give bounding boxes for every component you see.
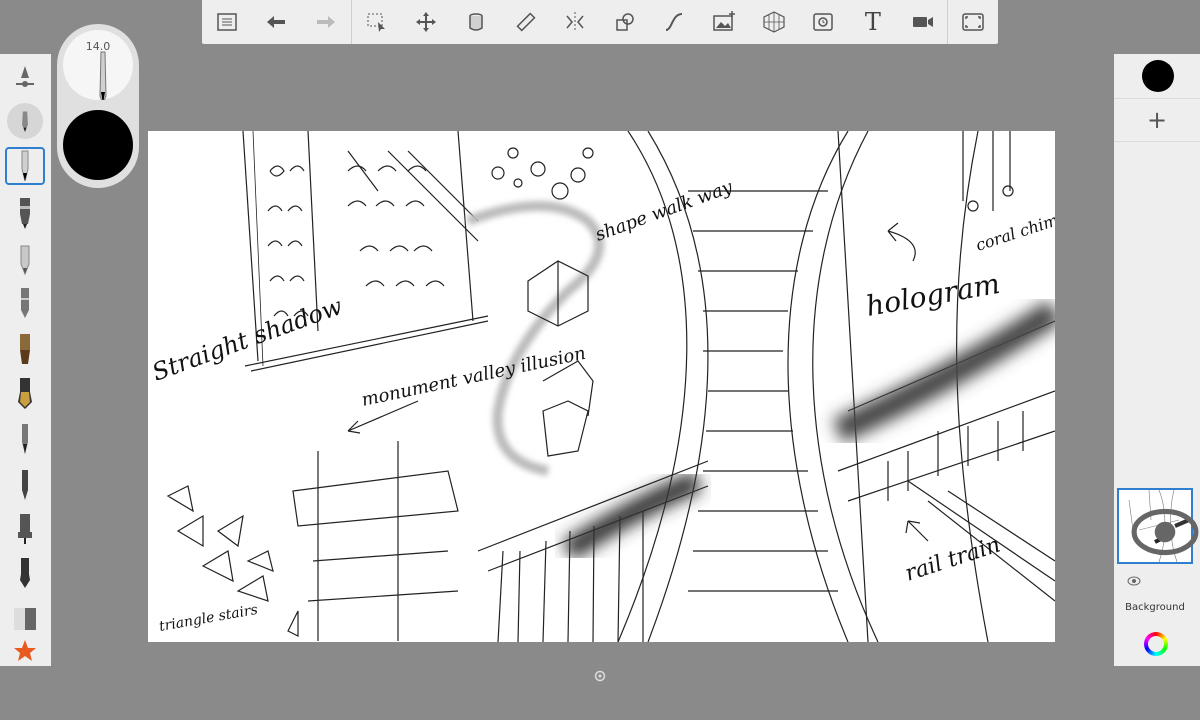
stroke-line-icon[interactable] (650, 0, 700, 44)
background-visibility-eye-icon[interactable] (1127, 576, 1141, 586)
pencil-preview-icon (99, 51, 107, 100)
perspective-grid-icon[interactable] (749, 0, 799, 44)
felt-pen-icon[interactable] (5, 284, 45, 322)
record-icon[interactable] (898, 0, 948, 44)
ruler-icon[interactable] (501, 0, 551, 44)
text-tool-icon[interactable]: T (848, 0, 898, 44)
ballpoint-pen-icon[interactable] (5, 194, 45, 232)
timelapse-icon[interactable] (799, 0, 849, 44)
annotation-monument-valley: monument valley illusion (360, 343, 588, 411)
fullscreen-icon[interactable] (948, 0, 998, 44)
layer-panel: + Background (1114, 54, 1200, 666)
technical-pen-icon[interactable] (5, 510, 45, 548)
add-layer-label: + (1146, 106, 1168, 134)
favorites-star-icon[interactable] (5, 632, 45, 670)
pencil-icon[interactable] (5, 147, 45, 185)
brush-size-control[interactable]: 14.0 (63, 30, 133, 100)
annotation-triangle-stairs: triangle stairs (158, 602, 259, 635)
fine-brush-icon[interactable] (5, 420, 45, 458)
top-toolbar: T (202, 0, 998, 44)
add-layer-button[interactable]: + (1114, 98, 1200, 142)
canvas-reset-handle-icon[interactable] (594, 670, 606, 682)
annotation-straight: Straight shadow (148, 292, 346, 387)
brush-color-opacity-control[interactable] (63, 110, 133, 180)
current-color-swatch[interactable] (1142, 60, 1174, 92)
paintbrush-icon[interactable] (5, 330, 45, 368)
drawing-canvas[interactable]: Straight shadow monument valley illusion… (148, 131, 1055, 642)
background-layer[interactable]: Background (1117, 568, 1193, 618)
symmetry-icon[interactable] (550, 0, 600, 44)
annotation-coral-chimney: coral chimney (973, 201, 1055, 255)
annotation-rail-train: rail train (902, 533, 1003, 587)
redo-icon[interactable] (301, 0, 351, 44)
fill-bucket-icon[interactable] (451, 0, 501, 44)
selection-icon[interactable] (352, 0, 402, 44)
marker-icon[interactable] (5, 240, 45, 278)
layers-list-icon[interactable] (202, 0, 252, 44)
transform-icon[interactable] (402, 0, 452, 44)
brush-settings-icon[interactable] (5, 58, 45, 96)
shapes-icon[interactable] (600, 0, 650, 44)
undo-icon[interactable] (252, 0, 302, 44)
layer-1-thumbnail[interactable] (1117, 488, 1199, 564)
import-image-icon[interactable] (699, 0, 749, 44)
brush-library (0, 54, 51, 666)
layer-visibility-eye-icon[interactable] (1129, 496, 1200, 568)
background-layer-label: Background (1125, 602, 1185, 613)
brush-properties-puck[interactable]: 14.0 (57, 24, 139, 188)
annotation-hologram: hologram (863, 267, 1002, 323)
ink-pen-icon[interactable] (5, 466, 45, 504)
annotation-shape-walk-way: shape walk way (593, 176, 737, 245)
color-wheel-icon[interactable] (1144, 632, 1168, 656)
airbrush-icon[interactable] (5, 102, 45, 140)
text-tool-label: T (864, 8, 881, 36)
calligraphy-pen-icon[interactable] (5, 554, 45, 592)
sketch-artwork: Straight shadow monument valley illusion… (148, 131, 1055, 642)
fountain-pen-icon[interactable] (5, 374, 45, 412)
